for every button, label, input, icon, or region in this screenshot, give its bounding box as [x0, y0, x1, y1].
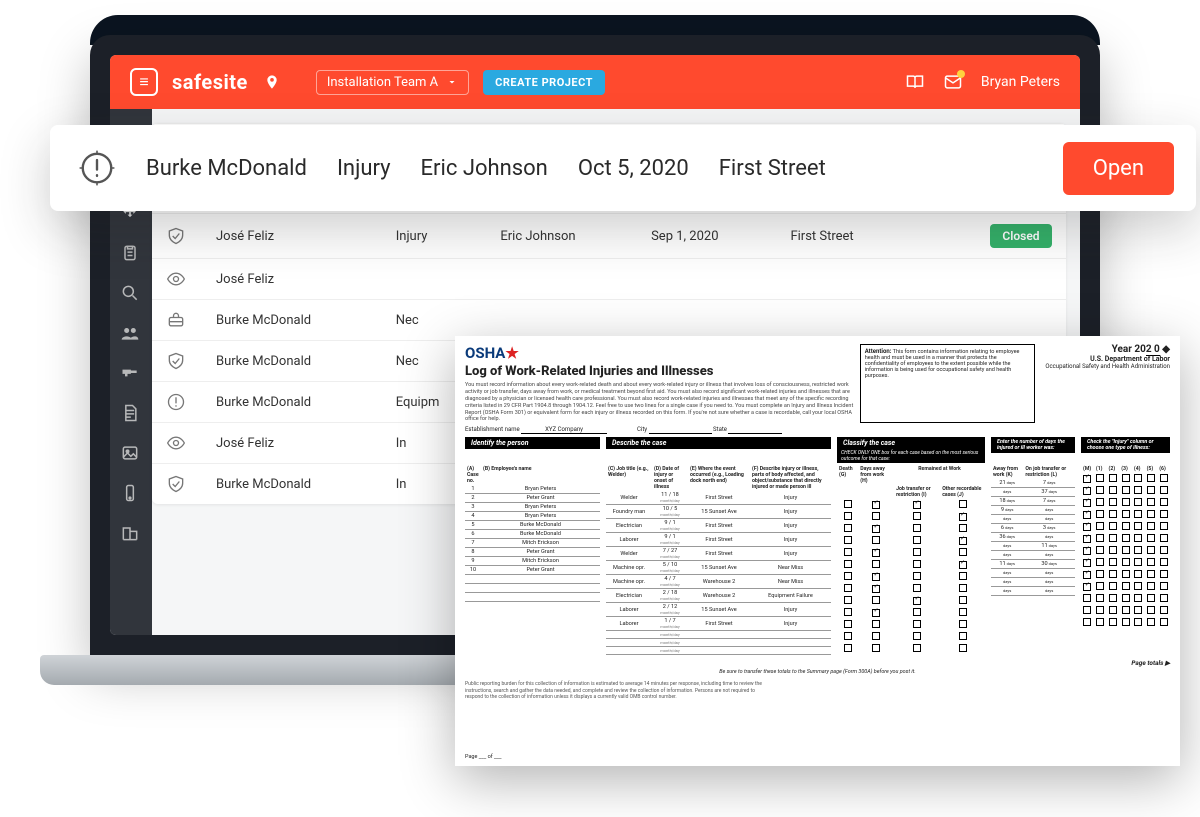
highlight-location: First Street: [719, 156, 826, 181]
chevron-down-icon: [446, 76, 458, 88]
location-pin-icon: [262, 72, 282, 92]
shield-icon: [166, 351, 188, 371]
nav-search-icon[interactable]: [120, 283, 142, 305]
incident-reporter: Eric Johnson: [486, 214, 637, 259]
alert-icon: [78, 149, 116, 187]
incident-person: José Feliz: [202, 259, 382, 300]
osha-col-type: (M)(1)(2)(3)(4)(5)(6): [1081, 465, 1170, 629]
osha-footer: Public reporting burden for this collect…: [465, 681, 765, 700]
section-days: Enter the number of days the injured or …: [991, 437, 1075, 453]
eye-icon: [166, 269, 188, 289]
section-identify: Identify the person: [465, 437, 600, 449]
incident-type: Injury: [382, 214, 487, 259]
osha-establishment-line: Establishment name XYZ Company City Stat…: [465, 426, 1170, 433]
brand-name: safesite: [172, 70, 248, 94]
osha-title: Log of Work-Related Injuries and Illness…: [465, 364, 855, 379]
shield-icon: [166, 226, 188, 246]
osha-logo: OSHA★: [465, 344, 855, 362]
incident-date: Sep 1, 2020: [637, 214, 776, 259]
incident-date: [637, 300, 776, 341]
incident-person: Burke McDonald: [202, 382, 382, 423]
user-name[interactable]: Bryan Peters: [981, 74, 1060, 90]
nav-drill-icon[interactable]: [120, 363, 142, 385]
highlight-status-button[interactable]: Open: [1063, 142, 1174, 195]
osha-page-totals: Page totals ▶: [465, 659, 1170, 667]
incident-person: José Feliz: [202, 214, 382, 259]
incident-type: Nec: [382, 300, 487, 341]
osha-col-describe: (C) Job title (e.g., Welder)(D) Date of …: [606, 465, 831, 655]
section-classify: Classify the case: [837, 437, 985, 449]
osha-attention-box: Attention: This form contains informatio…: [860, 344, 1035, 423]
highlight-row[interactable]: Burke McDonald Injury Eric Johnson Oct 5…: [50, 125, 1196, 211]
incident-type: [382, 259, 487, 300]
highlight-date: Oct 5, 2020: [578, 156, 689, 181]
nav-building-icon[interactable]: [120, 523, 142, 545]
project-selector-label: Installation Team A: [327, 75, 438, 90]
notification-dot-icon: [957, 70, 965, 78]
osha-instructions: You must record information about every …: [465, 382, 855, 423]
eye-icon: [166, 433, 188, 453]
nav-document-icon[interactable]: [120, 403, 142, 425]
highlight-reporter: Eric Johnson: [421, 156, 548, 181]
osha-page-of: Page ___ of ___: [465, 754, 501, 760]
book-icon[interactable]: [905, 72, 925, 92]
incident-reporter: [486, 300, 637, 341]
incident-location: First Street: [776, 214, 976, 259]
incident-person: Burke McDonald: [202, 341, 382, 382]
highlight-type: Injury: [337, 156, 391, 181]
incident-reporter: [486, 259, 637, 300]
section-describe: Describe the case: [606, 437, 831, 449]
table-row[interactable]: José Feliz Injury Eric Johnson Sep 1, 20…: [152, 214, 1066, 259]
osha-col-classify: Death (G)Days away from work (H)Remained…: [837, 465, 985, 655]
incident-person: José Feliz: [202, 423, 382, 464]
highlight-person: Burke McDonald: [146, 156, 307, 181]
toolbox-icon: [166, 310, 188, 330]
create-project-button[interactable]: CREATE PROJECT: [483, 70, 605, 95]
mail-icon[interactable]: [943, 72, 963, 92]
nav-image-icon[interactable]: [120, 443, 142, 465]
nav-mobile-icon[interactable]: [120, 483, 142, 505]
shield-icon: [166, 474, 188, 494]
alert-icon: [166, 392, 188, 412]
nav-team-icon[interactable]: [120, 323, 142, 345]
incident-person: Burke McDonald: [202, 300, 382, 341]
osha-col-days: Away from work (K)On job transfer or res…: [991, 465, 1075, 596]
logo-icon: ≡: [130, 68, 158, 96]
status-badge[interactable]: Closed: [990, 224, 1052, 248]
incident-location: [776, 259, 976, 300]
topbar: ≡ safesite Installation Team A CREATE PR…: [110, 55, 1080, 109]
incident-date: [637, 259, 776, 300]
osha-col-identify: (A) Case no.(B) Employee's name 1Bryan P…: [465, 465, 600, 602]
project-selector[interactable]: Installation Team A: [316, 70, 469, 95]
osha-year-block: Year 202 0 ◆ U.S. Department of Labor Oc…: [1045, 344, 1170, 423]
table-row[interactable]: Burke McDonald Nec: [152, 300, 1066, 341]
incident-location: [776, 300, 976, 341]
osha-transfer-note: Be sure to transfer these totals to the …: [465, 669, 1170, 675]
section-type: Check the "Injury" column or choose one …: [1081, 437, 1170, 453]
nav-clipboard-icon[interactable]: [120, 243, 142, 265]
incident-person: Burke McDonald: [202, 464, 382, 505]
osha-form: OSHA★ Log of Work-Related Injuries and I…: [455, 336, 1180, 766]
table-row[interactable]: José Feliz: [152, 259, 1066, 300]
